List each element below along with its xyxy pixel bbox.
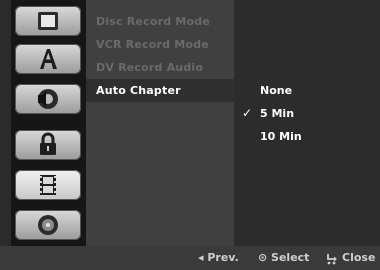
lock-icon bbox=[40, 132, 56, 155]
menu-item-dv-record-audio: DV Record Audio bbox=[96, 61, 204, 74]
audio-speaker-icon bbox=[38, 89, 58, 109]
language-a-icon bbox=[40, 49, 57, 69]
category-lock[interactable] bbox=[15, 130, 81, 160]
menu-item-auto-chapter[interactable]: Auto Chapter bbox=[96, 84, 181, 97]
close-hint[interactable]: Close bbox=[342, 251, 375, 264]
auto-chapter-options: None ✓ 5 Min 10 Min bbox=[234, 0, 380, 246]
checkmark-icon: ✓ bbox=[242, 106, 253, 120]
select-hint[interactable]: ⊙ Select bbox=[258, 251, 309, 264]
category-disc-settings[interactable] bbox=[15, 210, 81, 240]
menu-item-disc-record-mode: Disc Record Mode bbox=[96, 15, 210, 28]
film-record-icon bbox=[40, 175, 56, 195]
category-audio[interactable] bbox=[15, 84, 81, 114]
category-language[interactable] bbox=[15, 44, 81, 74]
disc-icon bbox=[38, 12, 58, 30]
category-icon-column bbox=[11, 0, 86, 246]
category-disc[interactable] bbox=[15, 6, 81, 36]
option-10-min[interactable]: 10 Min bbox=[260, 130, 302, 143]
option-5-min[interactable]: 5 Min bbox=[260, 107, 294, 120]
prev-hint[interactable]: ◂ Prev. bbox=[198, 251, 239, 264]
help-bar: ◂ Prev. ⊙ Select Close bbox=[0, 246, 380, 270]
disc-settings-icon bbox=[38, 215, 58, 235]
settings-menu: Disc Record Mode VCR Record Mode DV Reco… bbox=[86, 0, 234, 246]
menu-item-vcr-record-mode: VCR Record Mode bbox=[96, 38, 209, 51]
option-none[interactable]: None bbox=[260, 84, 292, 97]
return-icon bbox=[327, 254, 337, 265]
category-record[interactable] bbox=[15, 170, 81, 200]
setup-menu-screen: Disc Record Mode VCR Record Mode DV Reco… bbox=[0, 0, 380, 270]
